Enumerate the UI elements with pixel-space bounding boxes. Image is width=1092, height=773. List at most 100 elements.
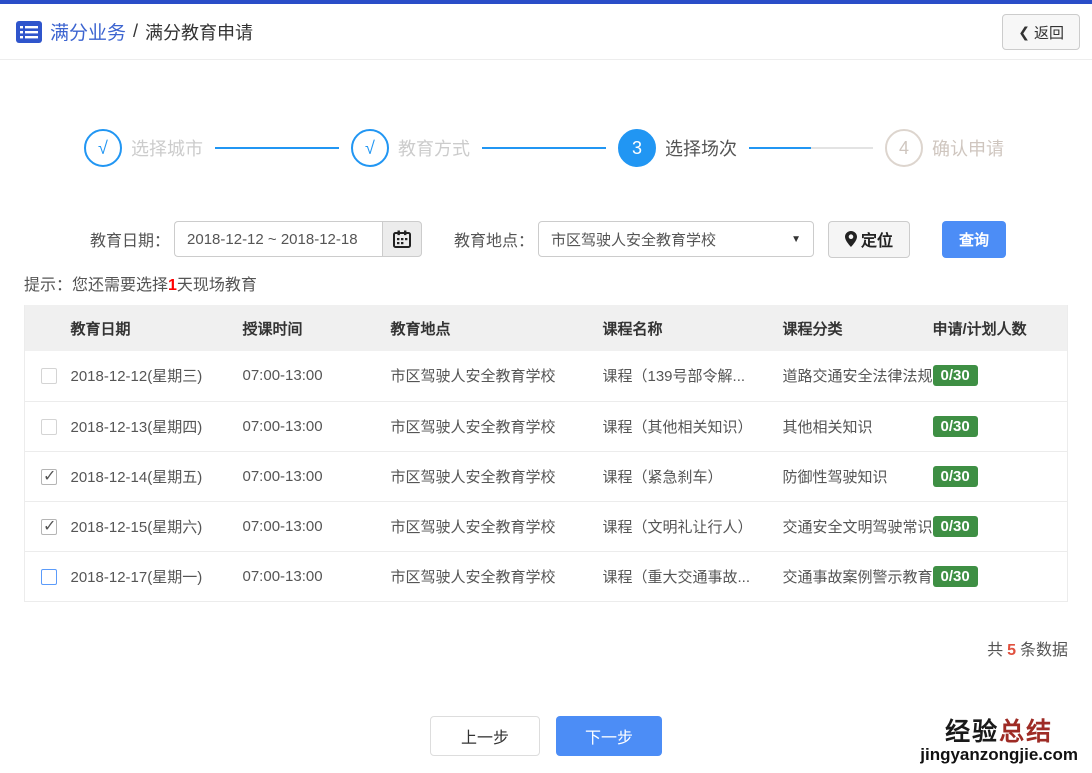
total-number: 5 — [1007, 642, 1016, 659]
col-header-date: 教育日期 — [71, 305, 243, 351]
cell-time: 07:00-13:00 — [243, 401, 391, 451]
cell-location: 市区驾驶人安全教育学校 — [391, 351, 603, 401]
cell-location: 市区驾驶人安全教育学校 — [391, 451, 603, 501]
cell-time: 07:00-13:00 — [243, 551, 391, 601]
cell-location: 市区驾驶人安全教育学校 — [391, 401, 603, 451]
step-education-mode: √ 教育方式 — [351, 129, 470, 167]
cell-category: 交通安全文明驾驶常识 — [783, 501, 933, 551]
cell-category: 交通事故案例警示教育 — [783, 551, 933, 601]
total-suffix: 条数据 — [1020, 642, 1068, 659]
date-range-group — [174, 221, 422, 257]
step-select-city: √ 选择城市 — [84, 129, 203, 167]
total-count: 共5条数据 — [24, 636, 1068, 660]
table-row[interactable]: 2018-12-15(星期六) 07:00-13:00 市区驾驶人安全教育学校 … — [25, 501, 1068, 551]
table-row[interactable]: 2018-12-14(星期五) 07:00-13:00 市区驾驶人安全教育学校 … — [25, 451, 1068, 501]
education-date-label: 教育日期： — [90, 227, 170, 251]
col-header-count: 申请/计划人数 — [933, 305, 1068, 351]
page-header: 满分业务 / 满分教育申请 ❮ 返回 — [0, 4, 1092, 60]
step-1-indicator: √ — [84, 129, 122, 167]
location-pin-icon — [845, 231, 857, 247]
step-connector-2 — [482, 147, 606, 149]
header-checkbox-col — [25, 305, 71, 351]
total-prefix: 共 — [987, 642, 1003, 659]
hint-prefix: 提示：您还需要选择 — [24, 277, 168, 294]
cell-time: 07:00-13:00 — [243, 351, 391, 401]
date-range-input[interactable] — [174, 221, 382, 257]
step-3-label: 选择场次 — [665, 135, 737, 161]
locate-button[interactable]: 定位 — [828, 221, 910, 258]
breadcrumb-separator: / — [133, 21, 138, 42]
step-3-indicator: 3 — [618, 129, 656, 167]
step-select-session: 3 选择场次 — [618, 129, 737, 167]
cell-course: 课程（文明礼让行人） — [603, 501, 783, 551]
previous-step-button[interactable]: 上一步 — [430, 716, 540, 756]
capacity-badge: 0/30 — [933, 566, 978, 587]
search-button[interactable]: 查询 — [942, 221, 1006, 258]
row-checkbox[interactable] — [41, 368, 57, 384]
step-2-label: 教育方式 — [398, 135, 470, 161]
back-label: 返回 — [1034, 22, 1064, 43]
hint-suffix: 天现场教育 — [177, 277, 257, 294]
hint-days-highlight: 1 — [168, 277, 177, 294]
chevron-down-icon: ▼ — [791, 234, 801, 245]
list-icon — [16, 21, 42, 43]
back-button[interactable]: ❮ 返回 — [1002, 14, 1080, 50]
cell-location: 市区驾驶人安全教育学校 — [391, 501, 603, 551]
calendar-icon[interactable] — [382, 221, 422, 257]
cell-course: 课程（紧急刹车） — [603, 451, 783, 501]
cell-date: 2018-12-15(星期六) — [71, 501, 243, 551]
cell-date: 2018-12-14(星期五) — [71, 451, 243, 501]
table-row[interactable]: 2018-12-12(星期三) 07:00-13:00 市区驾驶人安全教育学校 … — [25, 351, 1068, 401]
step-connector-1 — [215, 147, 339, 149]
cell-date: 2018-12-17(星期一) — [71, 551, 243, 601]
row-checkbox[interactable] — [41, 569, 57, 585]
watermark-domain: jingyanzongjie.com — [920, 746, 1078, 765]
row-checkbox[interactable] — [41, 469, 57, 485]
location-select-value: 市区驾驶人安全教育学校 — [551, 229, 791, 250]
back-chevron-icon: ❮ — [1018, 24, 1030, 41]
sessions-table-wrap: 教育日期 授课时间 教育地点 课程名称 课程分类 申请/计划人数 2018-12… — [24, 305, 1068, 602]
row-checkbox[interactable] — [41, 419, 57, 435]
cell-date: 2018-12-13(星期四) — [71, 401, 243, 451]
watermark-title: 经验总结 — [920, 719, 1078, 747]
next-step-button[interactable]: 下一步 — [556, 716, 662, 756]
education-location-label: 教育地点： — [454, 227, 534, 251]
col-header-location: 教育地点 — [391, 305, 603, 351]
capacity-badge: 0/30 — [933, 516, 978, 537]
step-1-label: 选择城市 — [131, 135, 203, 161]
step-2-indicator: √ — [351, 129, 389, 167]
watermark-title-red: 总结 — [999, 718, 1053, 746]
cell-time: 07:00-13:00 — [243, 451, 391, 501]
table-row[interactable]: 2018-12-17(星期一) 07:00-13:00 市区驾驶人安全教育学校 … — [25, 551, 1068, 601]
stepper: √ 选择城市 √ 教育方式 3 选择场次 4 确认申请 — [84, 129, 1004, 167]
hint-text: 提示：您还需要选择1天现场教育 — [24, 271, 1068, 295]
cell-time: 07:00-13:00 — [243, 501, 391, 551]
capacity-badge: 0/30 — [933, 416, 978, 437]
cell-category: 道路交通安全法律法规 — [783, 351, 933, 401]
sessions-table: 教育日期 授课时间 教育地点 课程名称 课程分类 申请/计划人数 2018-12… — [24, 305, 1068, 602]
location-select[interactable]: 市区驾驶人安全教育学校 ▼ — [538, 221, 814, 257]
step-4-label: 确认申请 — [932, 135, 1004, 161]
cell-location: 市区驾驶人安全教育学校 — [391, 551, 603, 601]
watermark-title-black: 经验 — [945, 718, 999, 746]
step-confirm-application: 4 确认申请 — [885, 129, 1004, 167]
table-header-row: 教育日期 授课时间 教育地点 课程名称 课程分类 申请/计划人数 — [25, 305, 1068, 351]
locate-label: 定位 — [861, 227, 893, 251]
step-connector-3 — [749, 147, 873, 149]
row-checkbox[interactable] — [41, 519, 57, 535]
breadcrumb-page: 满分教育申请 — [145, 19, 253, 45]
cell-date: 2018-12-12(星期三) — [71, 351, 243, 401]
cell-course: 课程（其他相关知识） — [603, 401, 783, 451]
breadcrumb-section[interactable]: 满分业务 — [50, 18, 126, 45]
table-row[interactable]: 2018-12-13(星期四) 07:00-13:00 市区驾驶人安全教育学校 … — [25, 401, 1068, 451]
cell-course: 课程（重大交通事故... — [603, 551, 783, 601]
capacity-badge: 0/30 — [933, 365, 978, 386]
cell-course: 课程（139号部令解... — [603, 351, 783, 401]
cell-category: 防御性驾驶知识 — [783, 451, 933, 501]
col-header-category: 课程分类 — [783, 305, 933, 351]
cell-category: 其他相关知识 — [783, 401, 933, 451]
capacity-badge: 0/30 — [933, 466, 978, 487]
site-watermark: 经验总结 jingyanzongjie.com — [920, 719, 1078, 765]
col-header-time: 授课时间 — [243, 305, 391, 351]
filter-bar: 教育日期： 教育地点： 市区驾驶人安全教育学校 ▼ 定位 查询 — [90, 221, 1092, 257]
